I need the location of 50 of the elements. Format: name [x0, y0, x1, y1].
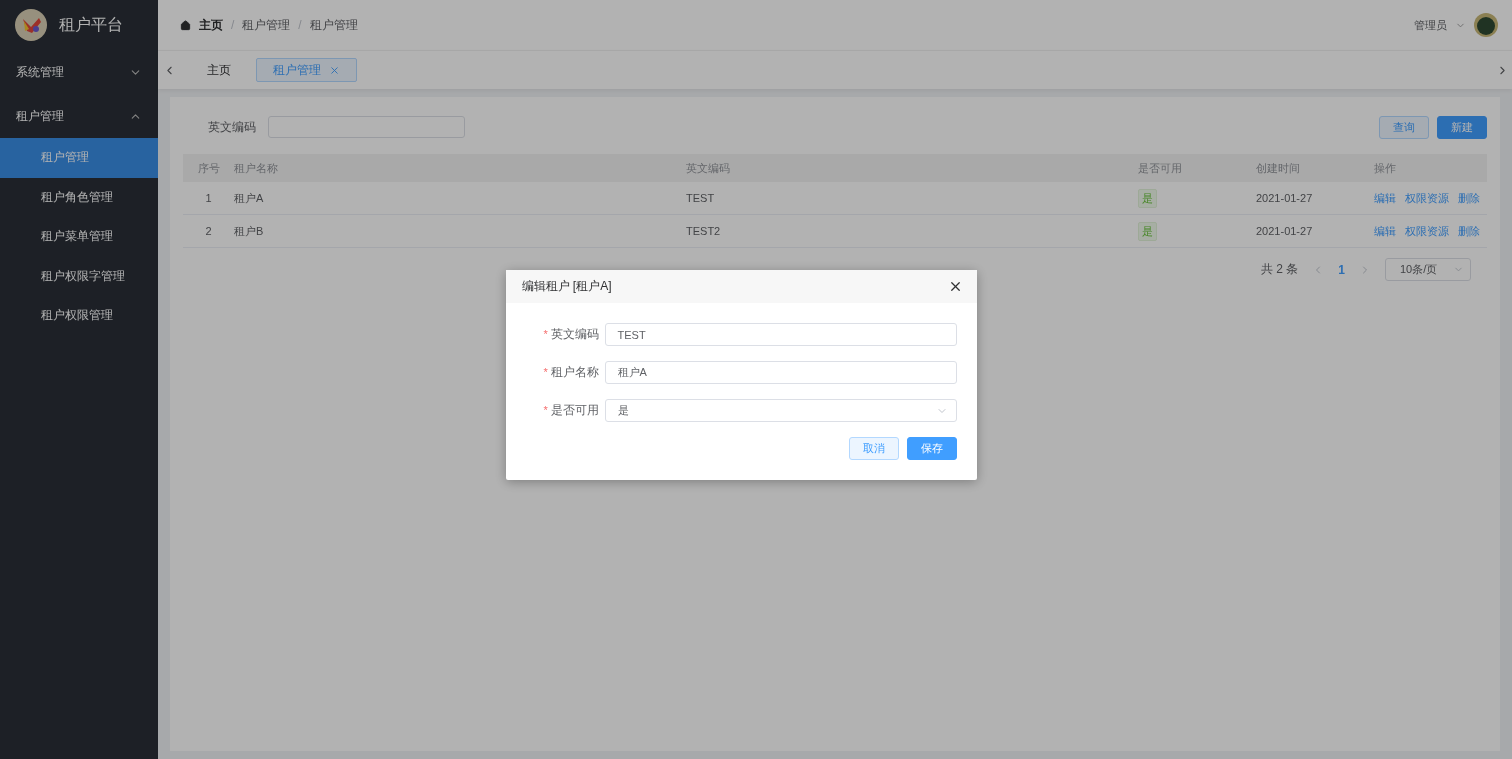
user-menu[interactable]: 管理员 — [1414, 17, 1447, 33]
breadcrumb-item[interactable]: 主页 — [199, 16, 223, 34]
menu-group[interactable]: 系统管理 — [0, 50, 158, 94]
avatar-icon[interactable] — [1474, 13, 1498, 37]
column-header: 操作 — [1374, 160, 1397, 176]
menu-item[interactable]: 租户菜单管理 — [0, 217, 158, 257]
table-cell-text: 2 — [204, 225, 213, 237]
action-link[interactable]: 权限资源 — [1405, 190, 1449, 206]
menu-group[interactable]: 租户管理 — [0, 94, 158, 138]
app-title: 租户平台 — [59, 14, 123, 35]
dialog-title: 编辑租户 [租户A] — [521, 278, 612, 295]
breadcrumb-item[interactable]: 租户管理 — [242, 16, 291, 34]
action-link[interactable]: 删除 — [1458, 223, 1480, 239]
field-label: * 是否可用 — [543, 402, 596, 419]
action-link[interactable]: 权限资源 — [1405, 223, 1449, 239]
column-header: 英文编码 — [686, 160, 731, 176]
logo-icon — [15, 9, 47, 41]
input-field[interactable]: 租户A — [604, 361, 957, 384]
menu-item[interactable]: 租户权限字管理 — [0, 256, 158, 296]
page-size-select[interactable]: 10条/页 — [1385, 258, 1471, 281]
table-cell-text: 1 — [204, 192, 213, 204]
menu-item[interactable]: 租户权限管理 — [0, 296, 158, 336]
breadcrumb-item[interactable]: 租户管理 — [309, 16, 358, 34]
menu-item[interactable]: 租户管理 — [0, 138, 158, 178]
cancel-button[interactable]: 取消 — [848, 437, 899, 460]
code-input-field[interactable] — [268, 116, 465, 138]
action-link[interactable]: 编辑 — [1374, 223, 1396, 239]
input-field[interactable]: TEST — [604, 323, 957, 346]
breadcrumb-separator: / — [298, 18, 302, 32]
table-cell-text: 租户A — [234, 190, 265, 206]
filter-label: 英文编码 — [208, 118, 256, 136]
action-link[interactable]: 编辑 — [1374, 190, 1396, 206]
table-cell-text: 2021-01-27 — [1256, 225, 1314, 237]
page-number[interactable]: 1 — [1338, 262, 1345, 277]
table-cell-text: 2021-01-27 — [1256, 192, 1314, 204]
table-cell-text: TEST — [686, 192, 716, 204]
create-button[interactable]: 新建 — [1437, 115, 1487, 139]
column-header: 租户名称 — [234, 160, 279, 176]
breadcrumb-separator: / — [231, 18, 235, 32]
status-tag: 是 — [1138, 221, 1157, 241]
total-count: 共 2 条 — [1260, 261, 1299, 278]
home-icon — [180, 19, 191, 31]
table-cell-text: TEST2 — [686, 225, 722, 237]
select-field[interactable]: 是 — [604, 399, 957, 422]
action-link[interactable]: 删除 — [1458, 190, 1480, 206]
column-header: 创建时间 — [1256, 160, 1301, 176]
save-button[interactable]: 保存 — [906, 437, 957, 460]
page-tab[interactable]: 主页 — [190, 58, 248, 82]
status-tag: 是 — [1138, 188, 1157, 208]
table-cell-text: 租户B — [234, 223, 265, 239]
